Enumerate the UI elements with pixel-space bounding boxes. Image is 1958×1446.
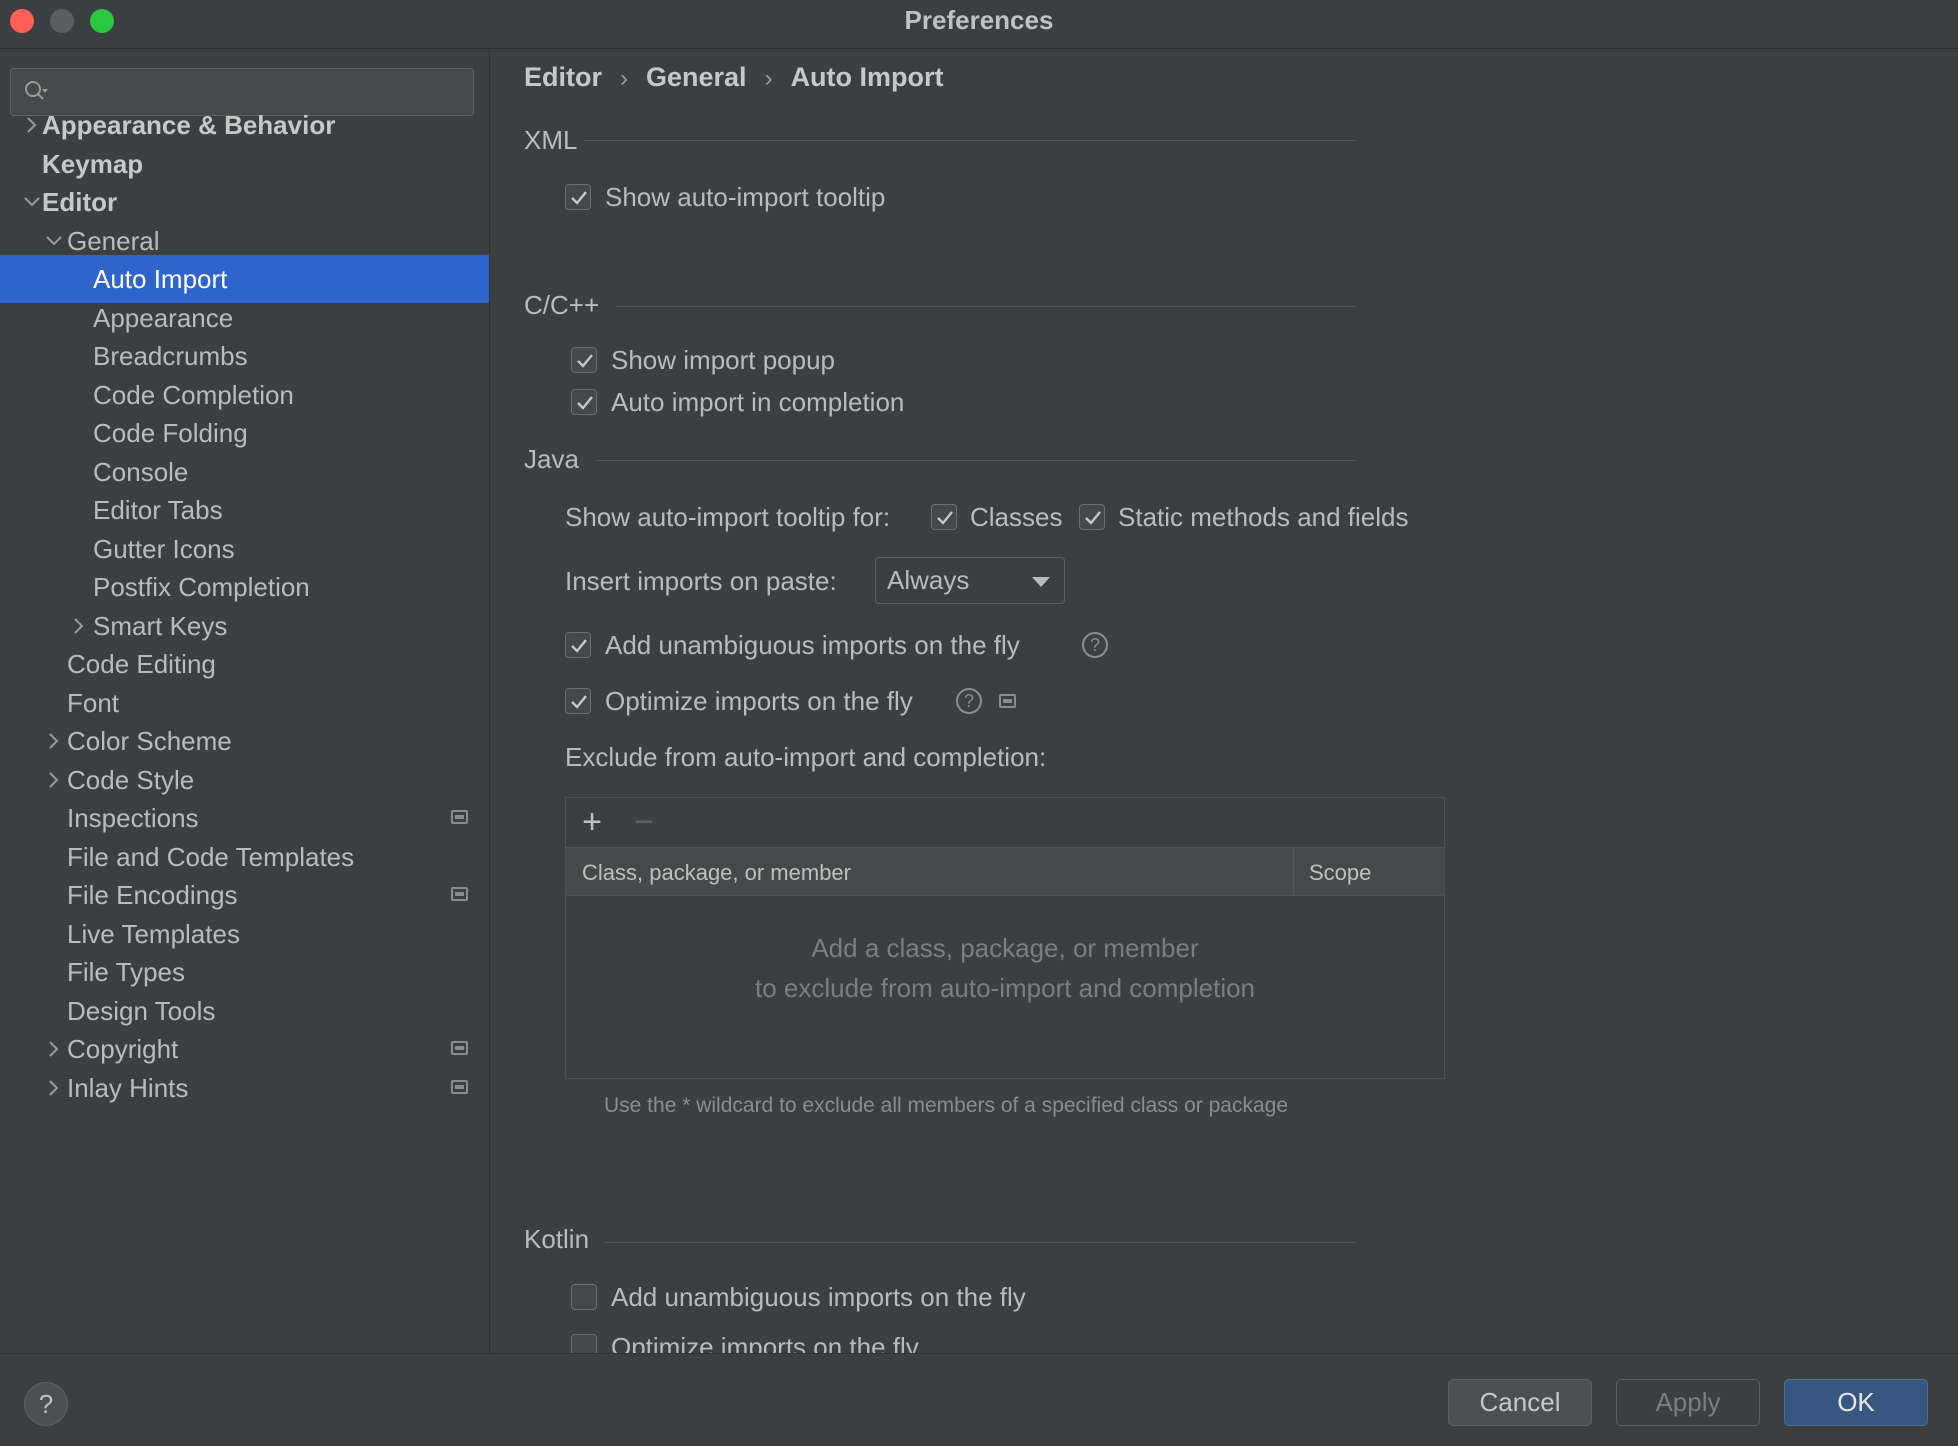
chevron-down-icon[interactable] [22, 192, 42, 212]
kotlin-optimize-row[interactable]: Optimize imports on the fly [571, 1330, 1191, 1353]
java-tooltip-for-row: Show auto-import tooltip for: Classes St… [565, 500, 1445, 534]
section-title-xml: XML [524, 125, 578, 155]
help-button[interactable]: ? [24, 1382, 68, 1426]
checkmark-icon [1085, 511, 1101, 525]
auto-import-panel: Editor › General › Auto Import XML Show auto… [492, 50, 1958, 1353]
insert-imports-value: Always [887, 565, 970, 595]
cpp-auto-import-checkbox[interactable] [571, 389, 597, 415]
chevron-right-icon[interactable] [69, 616, 89, 636]
empty-text-line: to exclude from auto-import and completi… [754, 973, 1256, 1003]
section-title-kotlin: Kotlin [524, 1224, 590, 1254]
kotlin-add-unambiguous-row[interactable]: Add unambiguous imports on the fly [571, 1280, 1191, 1314]
xml-show-tooltip-label: Show auto-import tooltip [605, 182, 886, 212]
checkmark-icon [571, 191, 587, 205]
project-scope-icon [999, 694, 1016, 708]
wildcard-hint: Use the * wildcard to exclude all member… [604, 1094, 1288, 1117]
cancel-button[interactable]: Cancel [1448, 1379, 1592, 1426]
java-add-unambiguous-label: Add unambiguous imports on the fly [605, 630, 1020, 660]
kotlin-optimize-label: Optimize imports on the fly [611, 1332, 919, 1353]
breadcrumb: Editor › General › Auto Import [524, 62, 944, 93]
exclude-table-toolbar: + − [566, 798, 1444, 848]
java-classes-checkbox[interactable] [931, 504, 957, 530]
section-divider [616, 306, 1356, 307]
chevron-right-icon[interactable] [44, 770, 64, 790]
window-title: Preferences [904, 5, 1054, 35]
java-classes-label: Classes [970, 502, 1063, 532]
java-static-members-label: Static methods and fields [1118, 502, 1409, 532]
java-optimize-row[interactable]: Optimize imports on the fly ? [565, 684, 1185, 718]
section-title-java: Java [524, 444, 579, 474]
kotlin-add-unambiguous-label: Add unambiguous imports on the fly [611, 1282, 1026, 1312]
empty-text-line: Add a class, package, or member [811, 933, 1199, 963]
column-divider[interactable] [1293, 848, 1294, 896]
cpp-auto-import-row[interactable]: Auto import in completion [571, 385, 1171, 419]
kotlin-optimize-checkbox[interactable] [571, 1334, 597, 1353]
help-icon[interactable]: ? [956, 688, 982, 714]
cpp-show-popup-row[interactable]: Show import popup [571, 343, 1171, 377]
title-bar: Preferences [0, 0, 1958, 49]
java-optimize-checkbox[interactable] [565, 688, 591, 714]
java-exclude-label: Exclude from auto-import and completion: [565, 742, 1047, 772]
dropdown-arrow-icon [1032, 577, 1050, 587]
exclude-table-empty-text: Add a class, package, or member to exclu… [566, 928, 1444, 1008]
chevron-right-icon: › [764, 65, 773, 92]
checkmark-icon [577, 354, 593, 368]
exclude-table-header: Class, package, or member Scope [566, 848, 1444, 896]
dialog-footer: ? Cancel Apply OK [0, 1353, 1958, 1446]
cpp-auto-import-label: Auto import in completion [611, 387, 905, 417]
breadcrumb-general[interactable]: General [646, 62, 747, 92]
sidebar-item-label: Inlay Hints [67, 1073, 189, 1103]
checkmark-icon [577, 396, 593, 410]
cpp-show-popup-label: Show import popup [611, 345, 836, 375]
insert-imports-dropdown[interactable]: Always [875, 557, 1065, 604]
help-icon[interactable]: ? [1082, 632, 1108, 658]
project-scope-icon [451, 887, 468, 901]
chevron-right-icon: › [620, 65, 628, 92]
project-scope-icon [451, 1080, 468, 1094]
checkmark-icon [571, 695, 587, 709]
chevron-right-icon[interactable] [44, 1078, 64, 1098]
remove-icon[interactable]: − [628, 805, 660, 839]
xml-show-tooltip-checkbox[interactable] [565, 184, 591, 210]
ok-button[interactable]: OK [1784, 1379, 1928, 1426]
section-divider [596, 460, 1356, 461]
chevron-down-icon[interactable] [44, 231, 64, 251]
section-title-cpp: C/C++ [524, 290, 600, 320]
xml-show-tooltip-row[interactable]: Show auto-import tooltip [565, 180, 1165, 214]
kotlin-add-unambiguous-checkbox[interactable] [571, 1284, 597, 1310]
apply-button[interactable]: Apply [1616, 1379, 1760, 1426]
add-icon[interactable]: + [576, 805, 608, 839]
java-paste-label: Insert imports on paste: [565, 566, 837, 596]
column-header-member[interactable]: Class, package, or member [582, 860, 851, 886]
settings-tree: Appearance & Behavior Keymap Editor General… [0, 50, 490, 1353]
java-tooltip-for-label: Show auto-import tooltip for: [565, 502, 891, 532]
breadcrumb-auto-import: Auto Import [790, 62, 944, 92]
exclude-table: + − Class, package, or member Scope Add … [565, 797, 1445, 1079]
section-divider [584, 140, 1356, 141]
cpp-show-popup-checkbox[interactable] [571, 347, 597, 373]
chevron-right-icon[interactable] [44, 1039, 64, 1059]
chevron-right-icon[interactable] [44, 731, 64, 751]
java-add-unambiguous-row[interactable]: Add unambiguous imports on the fly ? [565, 628, 1185, 662]
sidebar-item-inlay-hints[interactable]: Inlay Hints [0, 1064, 489, 1112]
project-scope-icon [451, 1041, 468, 1055]
java-optimize-label: Optimize imports on the fly [605, 686, 913, 716]
checkmark-icon [571, 639, 587, 653]
java-add-unambiguous-checkbox[interactable] [565, 632, 591, 658]
section-divider [604, 1242, 1356, 1243]
checkmark-icon [937, 511, 953, 525]
java-static-members-checkbox[interactable] [1079, 504, 1105, 530]
column-header-scope[interactable]: Scope [1309, 860, 1371, 886]
project-scope-icon [451, 810, 468, 824]
chevron-right-icon[interactable] [22, 115, 42, 135]
breadcrumb-editor[interactable]: Editor [524, 62, 602, 92]
